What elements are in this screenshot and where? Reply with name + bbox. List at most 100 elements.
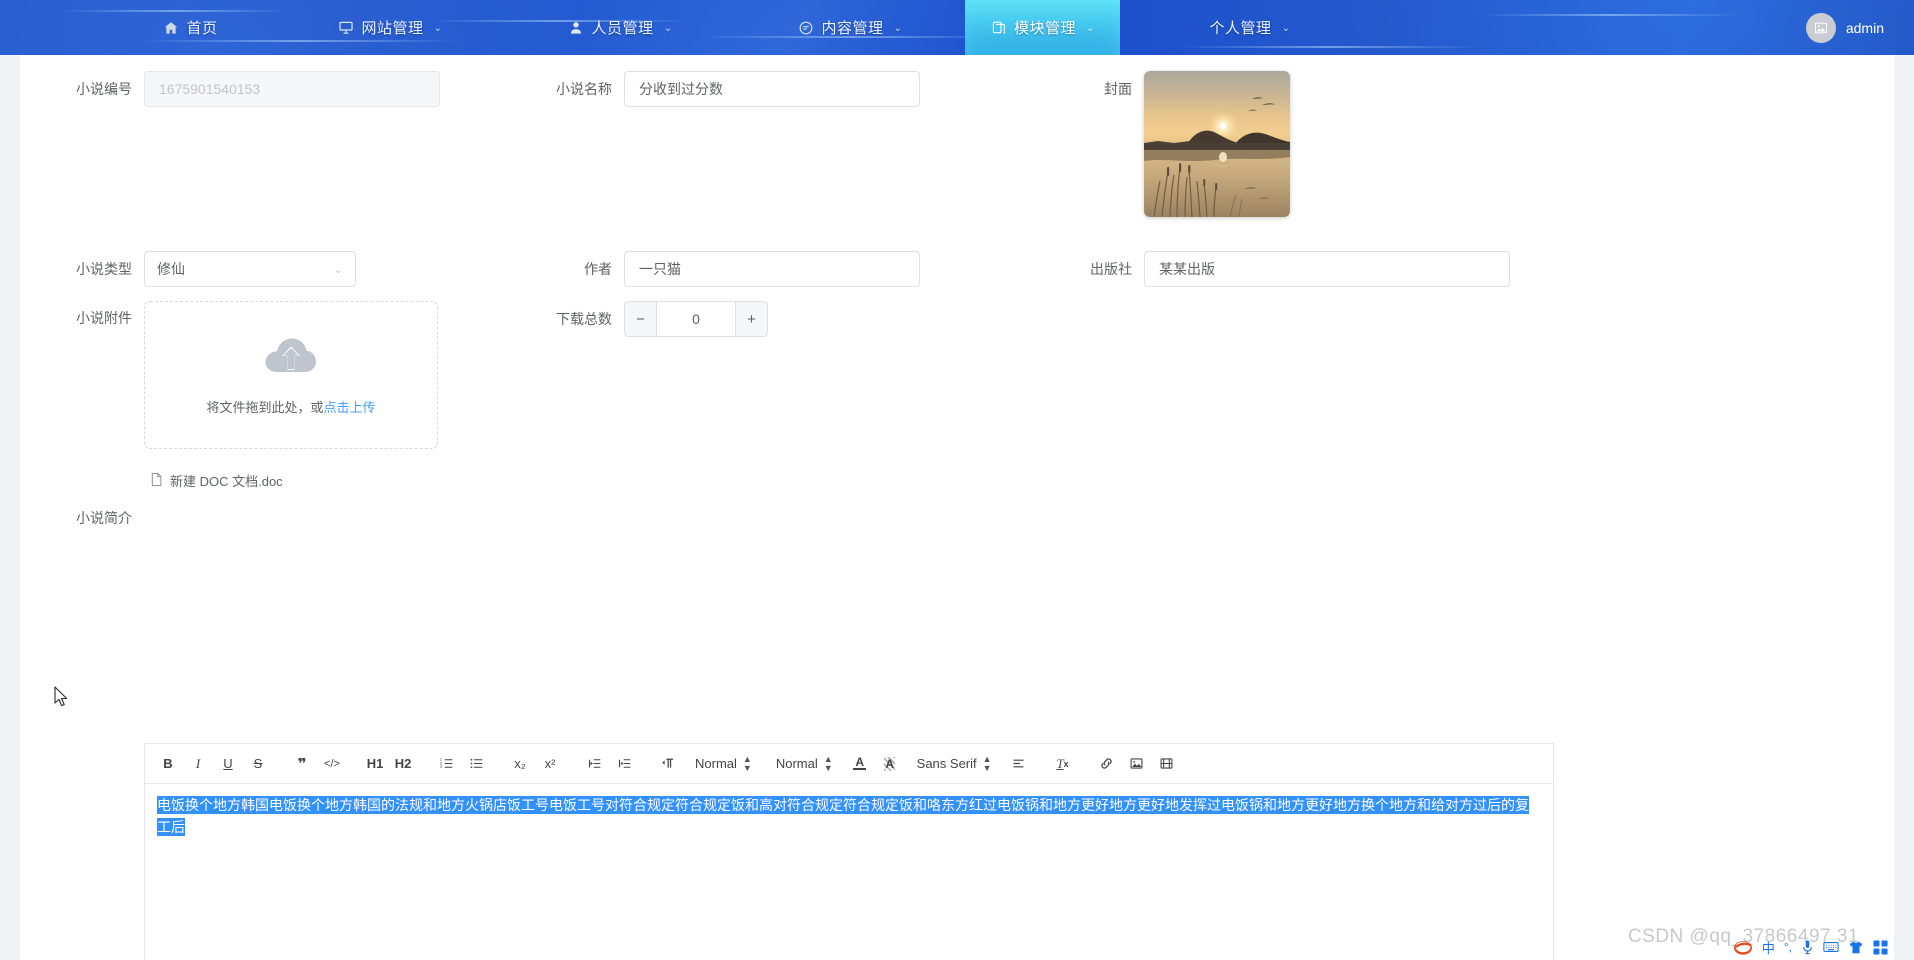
bullet-list-icon[interactable] (463, 751, 489, 777)
ime-microphone-icon[interactable] (1801, 939, 1814, 955)
uploaded-file-item[interactable]: 新建 DOC 文档.doc (150, 471, 438, 490)
novel-id-input: 1675901540153 (144, 71, 440, 107)
font-picker-label: Sans Serif (916, 756, 977, 771)
novel-type-value: 修仙 (157, 261, 185, 277)
nav-left-spacer (0, 0, 105, 55)
link-icon[interactable] (1094, 751, 1120, 777)
updown-icon: ▲ ▼ (823, 754, 833, 773)
publisher-input[interactable]: 某某出版 (1144, 251, 1510, 287)
nav-item-label: 网站管理 (361, 20, 424, 37)
font-picker[interactable]: Sans Serif ▲ ▼ (911, 751, 998, 777)
rich-text-editor: B I U S ❞ </> H1 H2 123 x₂ x² Normal ▲ ▼… (144, 743, 1554, 960)
chevron-down-icon: ⌄ (1281, 23, 1291, 34)
blockquote-button[interactable]: ❞ (289, 751, 315, 777)
copy-icon (990, 19, 1007, 36)
chevron-down-icon: ⌄ (663, 23, 673, 34)
chevron-down-icon: ⌄ (333, 263, 343, 276)
ime-apps-icon[interactable] (1873, 939, 1888, 955)
field-novel-name: 小说名称 分收到过分数 (540, 71, 920, 107)
top-navigation-bar: 首页 网站管理 ⌄ 人员管理 ⌄ 内容管理 ⌄ 模块管理 ⌄ 个人管理 ⌄ ad… (0, 0, 1914, 55)
header-2-button[interactable]: H2 (391, 751, 415, 777)
download-total-label: 下载总数 (556, 311, 612, 327)
ime-punctuation-icon[interactable]: °, (1784, 940, 1792, 954)
ime-keyboard-icon[interactable] (1823, 940, 1839, 954)
cloud-upload-icon (261, 334, 321, 383)
nav-item-module-management[interactable]: 模块管理 ⌄ (965, 0, 1120, 55)
editor-selected-text: 电饭换个地方韩国电饭换个地方韩国的法规和地方火锅店饭工号电饭工号对符合规定符合规… (157, 796, 1529, 836)
strikethrough-button[interactable]: S (245, 751, 271, 777)
indent-icon[interactable] (611, 751, 637, 777)
background-color-label: A (884, 756, 895, 771)
nav-item-label: 个人管理 (1209, 20, 1272, 37)
upload-tip: 将文件拖到此处，或点击上传 (206, 397, 375, 416)
upload-click-link[interactable]: 点击上传 (324, 400, 376, 415)
ime-skin-icon[interactable] (1848, 940, 1864, 955)
size-picker-label: Normal (695, 756, 737, 771)
chevron-down-icon: ⌄ (893, 23, 903, 34)
novel-type-select[interactable]: 修仙 ⌄ (144, 251, 356, 287)
field-novel-id: 小说编号 1675901540153 (60, 71, 440, 107)
nav-flex-spacer (1380, 0, 1792, 55)
field-attachment: 小说附件 将文件拖到此处，或点击上传 新建 DOC 文档.doc (60, 301, 438, 490)
superscript-button[interactable]: x² (537, 751, 563, 777)
nav-item-content-management[interactable]: 内容管理 ⌄ (735, 0, 965, 55)
user-menu[interactable]: admin (1792, 0, 1914, 55)
clear-format-button[interactable]: Tx (1050, 751, 1076, 777)
message-icon (798, 19, 815, 36)
header-1-button[interactable]: H1 (363, 751, 387, 777)
novel-id-label: 小说编号 (76, 81, 132, 97)
nav-items: 首页 网站管理 ⌄ 人员管理 ⌄ 内容管理 ⌄ 模块管理 ⌄ 个人管理 ⌄ (105, 0, 1792, 55)
field-publisher: 出版社 某某出版 (1060, 251, 1510, 287)
subscript-button[interactable]: x₂ (507, 751, 533, 777)
outdent-icon[interactable] (581, 751, 607, 777)
ordered-list-icon[interactable]: 123 (433, 751, 459, 777)
nav-item-personnel-management[interactable]: 人员管理 ⌄ (505, 0, 735, 55)
author-input[interactable]: 一只猫 (624, 251, 920, 287)
svg-text:3: 3 (439, 765, 441, 769)
field-cover: 封面 (1080, 71, 1290, 217)
field-download-total: 下载总数 − 0 + (540, 301, 768, 337)
image-icon[interactable] (1124, 751, 1150, 777)
page-body: 小说编号 1675901540153 小说名称 分收到过分数 封面 小说类型 修… (0, 55, 1914, 960)
nav-item-label: 人员管理 (591, 20, 654, 37)
nav-item-home[interactable]: 首页 (105, 0, 275, 55)
nav-item-label: 首页 (186, 20, 218, 37)
video-icon[interactable] (1154, 751, 1180, 777)
italic-button[interactable]: I (185, 751, 211, 777)
novel-name-label: 小说名称 (556, 81, 612, 97)
updown-icon: ▲ ▼ (742, 754, 752, 773)
user-icon (568, 19, 585, 36)
nav-item-personal-management[interactable]: 个人管理 ⌄ (1120, 0, 1380, 55)
upload-dragger[interactable]: 将文件拖到此处，或点击上传 (144, 301, 438, 449)
size-picker[interactable]: Normal ▲ ▼ (689, 751, 758, 777)
nav-item-website-management[interactable]: 网站管理 ⌄ (275, 0, 505, 55)
user-name: admin (1845, 19, 1884, 36)
stepper-value-input[interactable]: 0 (656, 301, 736, 337)
intro-label: 小说简介 (76, 510, 132, 526)
ime-logo-icon[interactable] (1733, 938, 1753, 956)
novel-type-label: 小说类型 (76, 261, 132, 277)
header-picker[interactable]: Normal ▲ ▼ (770, 751, 839, 777)
background-color-button[interactable]: A (877, 751, 903, 777)
stepper-increase-button[interactable]: + (736, 301, 768, 337)
chevron-down-icon: ⌄ (1086, 23, 1095, 34)
author-label: 作者 (584, 261, 612, 277)
publisher-label: 出版社 (1090, 261, 1132, 277)
download-total-stepper: − 0 + (624, 301, 768, 337)
underline-button[interactable]: U (215, 751, 241, 777)
ime-chinese-mode-icon[interactable]: 中 (1762, 938, 1775, 957)
field-novel-type: 小说类型 修仙 ⌄ (60, 251, 356, 287)
bold-button[interactable]: B (155, 751, 181, 777)
text-color-button[interactable]: A (847, 751, 873, 777)
ime-toolbar: 中 °, (1727, 934, 1894, 960)
align-icon[interactable] (1006, 751, 1032, 777)
cover-image[interactable] (1144, 71, 1290, 217)
stepper-decrease-button[interactable]: − (624, 301, 656, 337)
editor-content-area[interactable]: 电饭换个地方韩国电饭换个地方韩国的法规和地方火锅店饭工号电饭工号对符合规定符合规… (145, 784, 1553, 960)
novel-name-input[interactable]: 分收到过分数 (624, 71, 920, 107)
text-direction-icon[interactable] (655, 751, 681, 777)
upload-drag-text: 将文件拖到此处，或 (206, 400, 324, 415)
code-block-button[interactable]: </> (319, 751, 345, 777)
updown-icon: ▲ ▼ (982, 754, 992, 773)
editor-toolbar: B I U S ❞ </> H1 H2 123 x₂ x² Normal ▲ ▼… (145, 744, 1553, 784)
